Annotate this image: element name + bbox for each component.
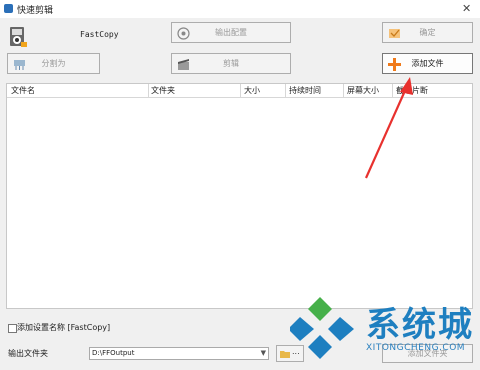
watermark-text: 系统城 [366, 305, 474, 345]
folder-icon [280, 351, 290, 358]
output-folder-value: D:\FFOutput [92, 349, 135, 357]
output-folder-label: 输出文件夹 [8, 349, 48, 358]
watermark-url: XITONGCHENG.COM [366, 343, 466, 353]
append-name-checkbox[interactable] [8, 324, 17, 333]
append-name-label: 添加设置名称 [FastCopy] [17, 323, 111, 332]
output-folder-select[interactable]: D:\FFOutput ▼ [89, 347, 269, 360]
chevron-down-icon: ▼ [260, 349, 266, 357]
watermark-logo-icon [290, 297, 354, 359]
